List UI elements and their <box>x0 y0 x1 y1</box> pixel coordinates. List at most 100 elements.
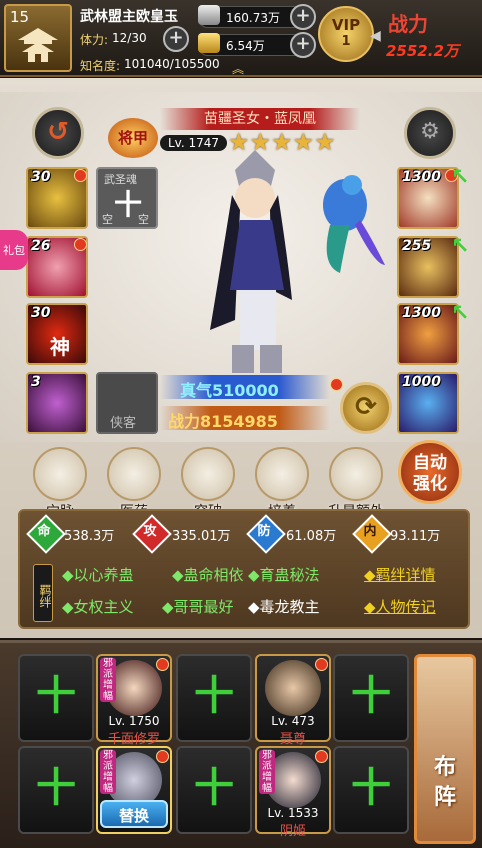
red-dot-icon <box>74 169 87 182</box>
red-dot-icon <box>315 658 328 671</box>
team-slot-empty[interactable]: 十 <box>18 654 94 742</box>
expand-chevron-icon[interactable]: ︽ <box>232 60 244 77</box>
equip-slot-feather[interactable]: 1300 ↖ <box>397 165 469 229</box>
vip-level: 1 <box>341 34 351 49</box>
settings-button[interactable]: ⚙ <box>404 107 456 159</box>
gold-value: 6.54万 <box>226 39 265 53</box>
team-slot-hero[interactable]: 邪派增幅 Lv. 1750 千面修罗 <box>96 654 172 747</box>
equip-slot-armor[interactable]: 255 ↖ <box>397 234 469 298</box>
guest-label: 侠客 <box>110 416 137 431</box>
bond-item: ◆哥哥最好 <box>162 598 234 616</box>
bond-item: ◆女权主义 <box>62 598 134 616</box>
team-slot-empty[interactable]: 十 <box>333 746 409 834</box>
stat-value: 335.01万 <box>172 529 231 544</box>
slot-count: 1300 <box>402 305 441 321</box>
equip-slot-phoenix[interactable]: 1000 <box>397 372 459 434</box>
add-silver-button[interactable]: + <box>290 4 316 30</box>
stat-value: 61.08万 <box>286 529 337 544</box>
stat-char: 命 <box>37 524 51 539</box>
equip-slot-skull[interactable]: 26 <box>26 236 88 298</box>
slot-count: 30 <box>31 305 51 321</box>
replace-button[interactable]: 替换 <box>100 800 168 828</box>
biography-link[interactable]: ◆人物传记 <box>364 596 436 617</box>
upgrade-arrow-icon: ↖ <box>451 301 470 326</box>
red-dot-icon <box>330 378 343 391</box>
medicine-icon <box>107 447 161 501</box>
hero-badge: 将甲 <box>108 118 158 158</box>
team-hero-name: 聂尊 <box>279 732 306 747</box>
swap-hero-button[interactable]: ⟳ <box>340 382 392 434</box>
team-hero-name: 千面修罗 <box>107 732 160 747</box>
fame-label: 知名度: <box>80 59 121 73</box>
sect-tag: 邪派增幅 <box>259 750 275 794</box>
team-slot-empty[interactable]: 十 <box>176 654 252 742</box>
power-logo: 战力 <box>388 12 428 36</box>
team-hero-name: 阴姬 <box>279 824 306 839</box>
player-name: 武林盟主欧皇玉 <box>80 9 178 25</box>
upgrade-arrow-icon: ↖ <box>451 165 470 190</box>
slot-count: 30 <box>31 169 51 185</box>
guest-slot[interactable]: 侠客 <box>96 372 158 434</box>
slot-glyph: 神 <box>50 335 70 359</box>
add-hero-icon: 十 <box>36 673 76 719</box>
stamina-value: 12/30 <box>112 31 147 45</box>
team-slot-empty[interactable]: 十 <box>333 654 409 742</box>
breakthrough-icon <box>181 447 235 501</box>
team-hero-level: Lv. 473 <box>271 714 315 728</box>
silver-icon <box>198 5 220 25</box>
fame-value: 101040/105500 <box>124 57 220 71</box>
slot-count: 255 <box>402 238 432 254</box>
cultivate-icon <box>255 447 309 501</box>
stat-row: 命 538.3万 攻 335.01万 防 61.08万 内 93.11万 <box>24 514 466 554</box>
gift-button[interactable]: 礼包 <box>0 230 28 270</box>
stat-value: 538.3万 <box>64 529 115 544</box>
hero-level: Lv. 1747 <box>160 135 228 151</box>
add-hero-icon: 十 <box>194 673 234 719</box>
chevron-left-icon[interactable]: ◀ <box>370 28 381 44</box>
star-up-icon <box>329 447 383 501</box>
team-slot-empty[interactable]: 十 <box>18 746 94 834</box>
team-hero-level: Lv. 1533 <box>267 806 319 820</box>
equip-slot-ring[interactable]: 30 <box>26 167 88 229</box>
silver-value: 160.73万 <box>226 11 280 25</box>
add-gold-button[interactable]: + <box>290 32 316 58</box>
bond-item: ◆以心养蛊 <box>62 566 134 584</box>
team-slot-empty[interactable]: 十 <box>176 746 252 834</box>
add-hero-icon: 十 <box>194 765 234 811</box>
add-stamina-button[interactable]: + <box>163 26 189 52</box>
formation-button[interactable]: 布 阵 <box>414 654 476 844</box>
stat-char: 攻 <box>143 524 157 539</box>
gold-icon <box>198 33 220 53</box>
auto-enhance-button[interactable]: 自动 强化 <box>398 440 462 504</box>
stamina-label: 体力: <box>80 33 109 47</box>
true-qi-value: 真气510000 <box>180 381 279 400</box>
bond-item: ◆毒龙教主 <box>248 598 320 616</box>
bonds-label: 羁绊 <box>33 564 53 622</box>
stat-value: 93.11万 <box>390 529 441 544</box>
slot-count: 1000 <box>402 374 441 390</box>
slot-count: 26 <box>31 238 51 254</box>
spirit-empty-right: 空 <box>138 213 149 226</box>
hero-name: 苗疆圣女・蓝凤凰 <box>160 108 360 130</box>
player-avatar[interactable]: 15 <box>4 4 72 72</box>
team-slot-hero[interactable]: 邪派增幅 Lv. 1533 阴姬 <box>255 746 331 839</box>
add-hero-icon: 十 <box>351 765 391 811</box>
bond-item: ◆育蛊秘法 <box>248 566 320 584</box>
equip-slot-orb[interactable]: 3 <box>26 372 88 434</box>
back-button[interactable]: ↺ <box>32 107 84 159</box>
equip-slot-mirror[interactable]: 1300 ↖ <box>397 301 469 365</box>
vip-badge[interactable]: VIP 1 <box>318 6 374 62</box>
add-hero-icon: 十 <box>351 673 391 719</box>
top-bar: 15 武林盟主欧皇玉 体力: 12/30 + 知名度: 101040/10550… <box>0 0 482 77</box>
sect-tag: 邪派增幅 <box>100 750 116 794</box>
phoenix-pet[interactable] <box>300 165 390 275</box>
red-dot-icon <box>156 750 169 763</box>
spirit-slot[interactable]: 武圣魂 十 空 空 <box>96 167 158 229</box>
equip-slot-divine[interactable]: 30 神 <box>26 303 88 365</box>
team-slot-current[interactable]: 邪派增幅 替换 <box>96 746 172 834</box>
team-slot-hero[interactable]: Lv. 473 聂尊 <box>255 654 331 747</box>
total-power: 2552.2万 <box>386 42 459 60</box>
hero-avatar <box>265 660 321 716</box>
pagoda-icon <box>18 28 58 62</box>
bond-detail-link[interactable]: ◆羁绊详情 <box>364 564 436 585</box>
